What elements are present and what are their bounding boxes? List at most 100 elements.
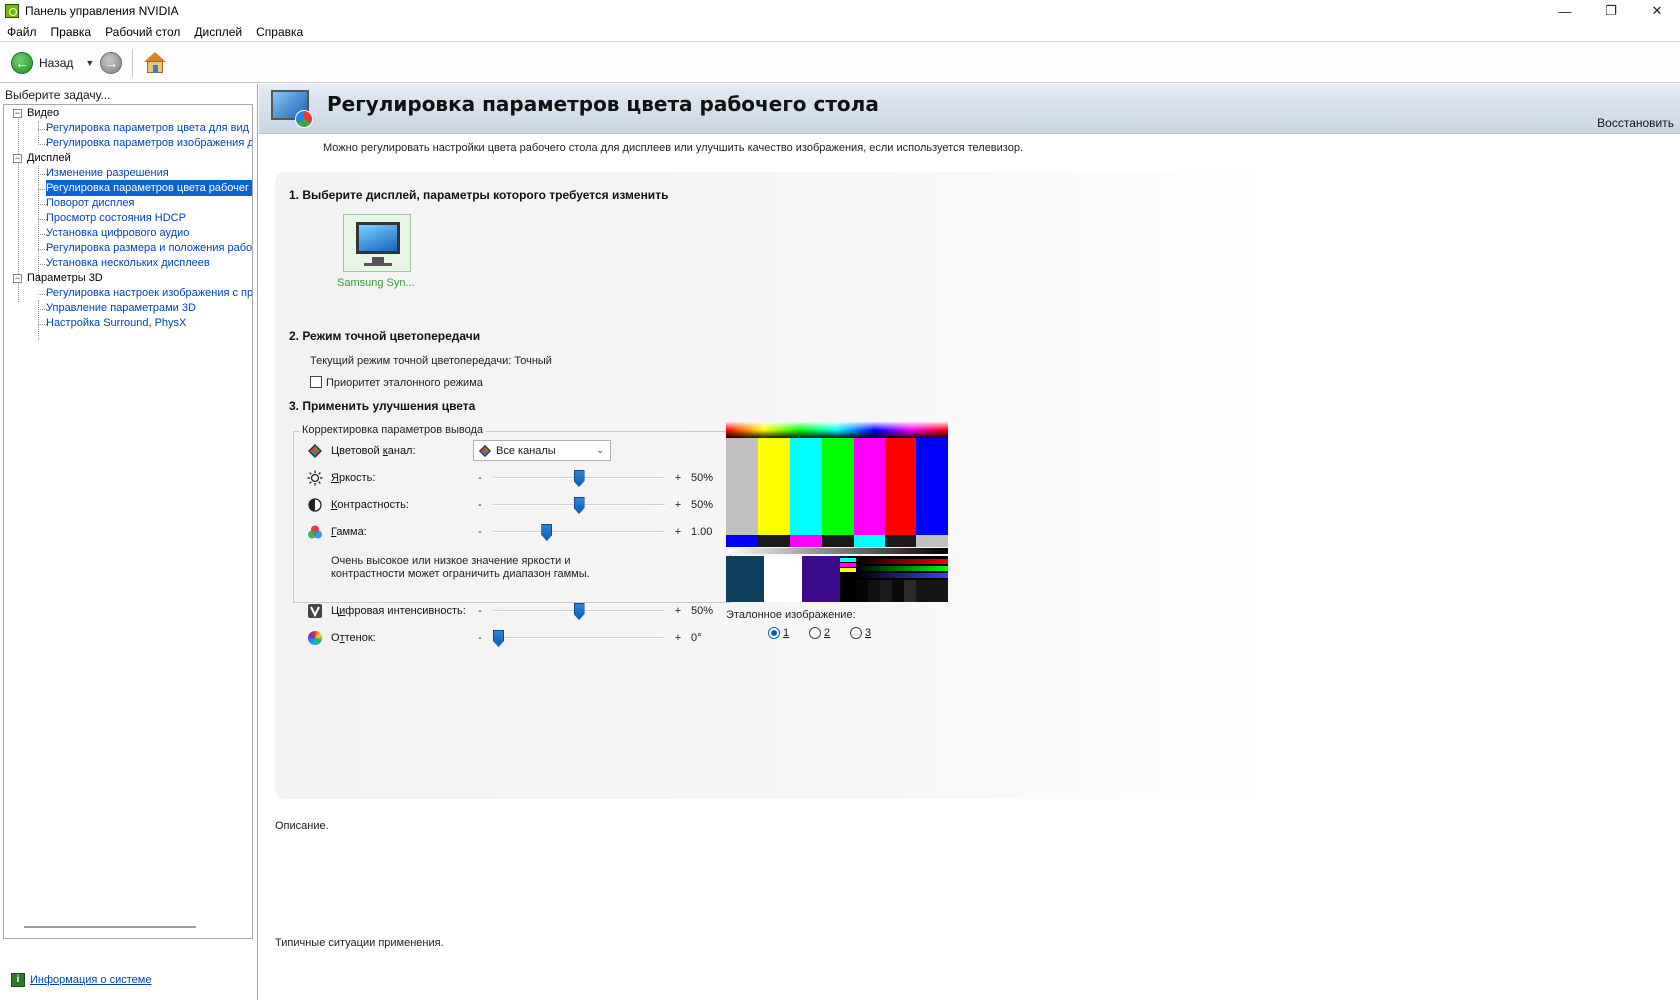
reference-option-label[interactable]: 3 (865, 627, 871, 639)
contrast-value: 50% (691, 499, 714, 511)
home-icon[interactable] (143, 51, 167, 75)
reference-option-2[interactable]: 2 (809, 627, 830, 639)
settings-section: 1. Выберите дисплей, параметры которого … (275, 172, 1275, 799)
tree-item-digital-audio[interactable]: Установка цифрового аудио (46, 225, 189, 241)
system-info-link[interactable]: Информация о системе (30, 974, 151, 986)
maximize-button[interactable]: ❐ (1588, 0, 1634, 22)
minimize-button[interactable]: — (1542, 0, 1588, 22)
system-info[interactable]: i Информация о системе (11, 973, 151, 987)
brightness-slider[interactable] (493, 469, 665, 487)
tree-item-multiple-displays[interactable]: Установка нескольких дисплеев (46, 255, 210, 271)
color-channel-row: Цветовой канал: (307, 442, 473, 460)
brightness-increase[interactable]: + (671, 472, 685, 484)
reference-priority-label[interactable]: Приоритет эталонного режима (326, 377, 483, 389)
radio-button[interactable] (768, 627, 780, 639)
contrast-label: Контрастность: (331, 499, 409, 511)
gamma-increase[interactable]: + (671, 526, 685, 538)
display-tile[interactable] (343, 214, 411, 272)
hue-decrease[interactable]: - (473, 632, 487, 644)
nvidia-app-icon (5, 4, 19, 18)
reference-priority-checkbox[interactable] (310, 376, 322, 388)
gamma-value: 1.00 (691, 526, 713, 538)
tree-item-rotate-display[interactable]: Поворот дисплея (46, 195, 134, 211)
slider-thumb[interactable] (541, 524, 553, 541)
sun-icon (307, 470, 323, 486)
back-button[interactable]: Назад (39, 56, 73, 70)
slider-thumb[interactable] (573, 497, 585, 514)
tree-item-video-color[interactable]: Регулировка параметров цвета для вид (46, 120, 249, 136)
tree-item-change-resolution[interactable]: Изменение разрешения (46, 165, 169, 181)
task-tree: − Видео Регулировка параметров цвета для … (3, 104, 253, 939)
menu-desktop[interactable]: Рабочий стол (98, 25, 187, 39)
radio-button[interactable] (850, 627, 862, 639)
back-history-dropdown-icon[interactable]: ▼ (85, 58, 94, 68)
vibrance-slider[interactable] (493, 602, 665, 620)
tree-item-surround-physx[interactable]: Настройка Surround, PhysX (46, 315, 186, 331)
contrast-increase[interactable]: + (671, 499, 685, 511)
tree-category-3d[interactable]: − Параметры 3D (13, 270, 103, 286)
slider-thumb[interactable] (573, 603, 585, 620)
output-adjustments-title: Корректировка параметров вывода (299, 424, 486, 436)
step2-heading: 2. Режим точной цветопередачи (289, 329, 481, 343)
reference-option-label[interactable]: 1 (783, 627, 789, 639)
collapse-icon[interactable]: − (13, 153, 22, 163)
window-title: Панель управления NVIDIA (25, 4, 179, 18)
tree-item-hdcp-status[interactable]: Просмотр состояния HDCP (46, 210, 186, 226)
tree-item-desktop-color[interactable]: Регулировка параметров цвета рабочег (46, 180, 252, 196)
hue-slider[interactable] (493, 629, 665, 647)
gamma-row: Гамма: - + 1.00 (307, 523, 731, 541)
chevron-down-icon: ⌄ (596, 445, 604, 455)
forward-arrow-icon[interactable]: → (100, 51, 123, 74)
menu-display[interactable]: Дисплей (187, 25, 249, 39)
menu-file[interactable]: Файл (0, 25, 44, 39)
color-channel-icon (307, 443, 323, 459)
gamma-slider[interactable] (493, 523, 665, 541)
tree-guide (38, 166, 39, 279)
contrast-slider[interactable] (493, 496, 665, 514)
contrast-row: Контрастность: - + 50% (307, 496, 731, 514)
tree-category-display[interactable]: − Дисплей (13, 150, 71, 166)
tree-item-3d-image-settings[interactable]: Регулировка настроек изображения с пр (46, 285, 252, 301)
tree-category-label: Дисплей (27, 152, 71, 164)
vibrance-decrease[interactable]: - (473, 605, 487, 617)
toolbar-separator (132, 48, 134, 77)
color-channel-value: Все каналы (496, 444, 556, 457)
collapse-icon[interactable]: − (13, 273, 22, 283)
slider-thumb[interactable] (493, 630, 504, 647)
tree-item-manage-3d[interactable]: Управление параметрами 3D (46, 300, 196, 316)
reference-option-3[interactable]: 3 (850, 627, 871, 639)
slider-thumb[interactable] (573, 470, 585, 487)
reference-option-1[interactable]: 1 (768, 627, 789, 639)
reference-test-pattern (726, 422, 948, 602)
vibrance-icon (307, 603, 323, 619)
collapse-icon[interactable]: − (13, 108, 22, 118)
radio-button[interactable] (809, 627, 821, 639)
tree-item-desktop-size-position[interactable]: Регулировка размера и положения рабо (46, 240, 252, 256)
gamma-label: Гамма: (331, 526, 367, 538)
tree-guide (38, 121, 39, 145)
display-name[interactable]: Samsung Syn... (337, 277, 415, 289)
task-label: Выберите задачу... (5, 88, 111, 102)
color-channel-label: Цветовой канал: (331, 445, 416, 457)
menu-help[interactable]: Справка (249, 25, 310, 39)
menu-edit[interactable]: Правка (44, 25, 99, 39)
monitor-icon (356, 222, 400, 254)
horizontal-scrollbar[interactable] (24, 926, 196, 928)
color-channel-select[interactable]: Все каналы ⌄ (473, 440, 611, 461)
window-controls: — ❐ ✕ (1542, 0, 1680, 22)
brightness-decrease[interactable]: - (473, 472, 487, 484)
restore-button[interactable]: Восстановить (1597, 116, 1674, 130)
tree-item-video-image[interactable]: Регулировка параметров изображения д (46, 135, 252, 151)
task-panel: Выберите задачу... − Видео Регулировка па… (0, 84, 258, 1000)
contrast-decrease[interactable]: - (473, 499, 487, 511)
close-button[interactable]: ✕ (1634, 0, 1680, 22)
vibrance-increase[interactable]: + (671, 605, 685, 617)
gamma-decrease[interactable]: - (473, 526, 487, 538)
title-bar: Панель управления NVIDIA — ❐ ✕ (0, 0, 1680, 22)
back-arrow-icon[interactable]: ← (11, 51, 33, 74)
tree-category-video[interactable]: − Видео (13, 105, 59, 121)
vibrance-value: 50% (691, 605, 714, 617)
reference-option-label[interactable]: 2 (824, 627, 830, 639)
hue-increase[interactable]: + (671, 632, 685, 644)
brightness-row: Яркость: - + 50% (307, 469, 731, 487)
